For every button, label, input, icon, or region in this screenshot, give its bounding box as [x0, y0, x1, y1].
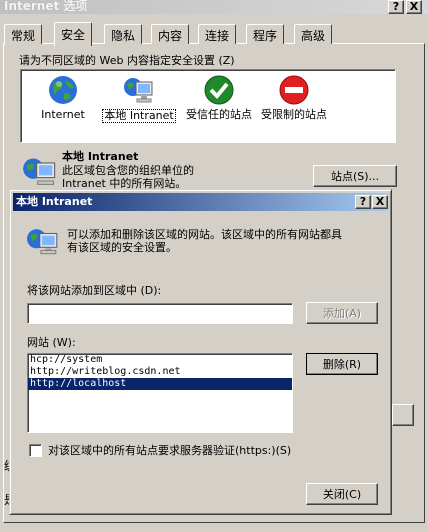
tab-connections[interactable]: 连接	[198, 24, 237, 44]
sites-list-item[interactable]: http://writeblog.csdn.net	[28, 366, 292, 378]
close-button[interactable]: 关闭(C)	[306, 483, 378, 505]
sites-list-item[interactable]: hcp://system	[28, 354, 292, 366]
dialog-info-text-2: 有该区域的安全设置。	[67, 241, 177, 254]
zone-trusted-label: 受信任的站点	[186, 108, 252, 121]
sites-list-item-selected[interactable]: http://localhost	[28, 378, 292, 390]
sites-list-label: 网站 (W):	[27, 336, 76, 349]
close-window-button[interactable]: X	[406, 0, 422, 14]
zone-internet-label: Internet	[41, 108, 85, 121]
tab-general[interactable]: 常规	[4, 24, 43, 44]
tab-advanced[interactable]: 高级	[294, 24, 333, 44]
tab-privacy[interactable]: 隐私	[104, 24, 143, 44]
tab-programs[interactable]: 程序	[246, 24, 285, 44]
zone-restricted[interactable]: 受限制的站点	[249, 74, 339, 121]
remove-button[interactable]: 删除(R)	[306, 353, 378, 375]
zone-intranet-label: 本地 Intranet	[102, 109, 176, 123]
intranet-icon	[124, 78, 153, 103]
zone-restricted-label: 受限制的站点	[261, 108, 327, 121]
help-button[interactable]: ?	[388, 0, 404, 14]
tab-content[interactable]: 内容	[151, 24, 190, 44]
sites-button[interactable]: 站点(S)...	[313, 165, 397, 187]
sites-list[interactable]: hcp://system http://writeblog.csdn.net h…	[27, 353, 293, 433]
intranet-icon	[23, 158, 56, 185]
require-https-label: 对该区域中的所有站点要求服务器验证(https:)(S)	[48, 444, 292, 457]
selected-zone-title: 本地 Intranet	[62, 150, 139, 163]
zone-prompt-label: 请为不同区域的 Web 内容指定安全设置 (Z)	[19, 54, 235, 67]
dialog-close-x-button[interactable]: X	[372, 195, 388, 209]
dialog-info-text-1: 可以添加和删除该区域的网站。该区域中的所有网站都具	[67, 228, 342, 241]
bg-partial-button[interactable]	[392, 404, 414, 426]
dialog-info-icon	[26, 225, 60, 262]
intranet-icon	[27, 229, 58, 255]
add-site-label: 将该网站添加到区域中 (D):	[27, 284, 162, 297]
tab-security[interactable]: 安全	[54, 22, 93, 46]
zone-intranet[interactable]: 本地 Intranet	[99, 74, 179, 123]
zone-internet[interactable]: Internet	[23, 74, 103, 121]
restricted-icon	[279, 75, 309, 105]
add-site-input[interactable]	[27, 303, 293, 324]
internet-options-titlebar: Internet 选项	[0, 0, 428, 14]
selected-zone-icon	[22, 154, 58, 193]
add-button[interactable]: 添加(A)	[306, 302, 378, 324]
selected-zone-desc-1: 此区域包含您的组织单位的	[62, 164, 194, 177]
tab-strip: 常规 安全 隐私 内容 连接 程序 高级	[4, 22, 424, 46]
dialog-help-button[interactable]: ?	[355, 195, 371, 209]
globe-icon	[49, 76, 77, 104]
local-intranet-dialog: 本地 Intranet ? X 可以添加和删除该区域的网站。该区域中的所有网站都…	[9, 189, 392, 515]
internet-options-title: Internet 选项	[4, 0, 88, 13]
require-https-checkbox[interactable]	[29, 444, 42, 457]
dialog-title: 本地 Intranet	[16, 195, 93, 208]
zone-list[interactable]: Internet 本地 Intranet 受信任的站点 受限制的站点	[20, 69, 396, 143]
check-icon	[204, 75, 234, 105]
dialog-titlebar: 本地 Intranet	[13, 193, 388, 211]
